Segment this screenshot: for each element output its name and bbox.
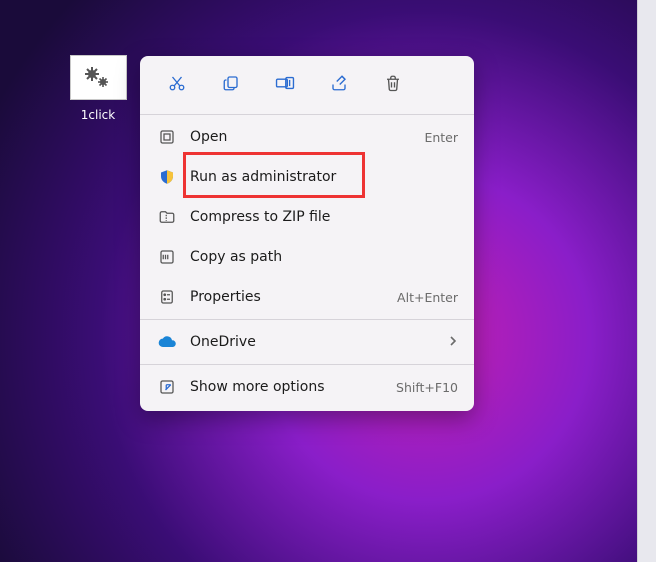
- context-menu: Open Enter Run as administrator Compress…: [140, 56, 474, 411]
- quick-actions-row: [140, 62, 474, 112]
- separator: [140, 364, 474, 365]
- shield-icon: [156, 166, 178, 188]
- menu-item-shortcut: Shift+F10: [396, 380, 458, 395]
- chevron-right-icon: [440, 334, 458, 350]
- menu-item-copy-path[interactable]: Copy as path: [140, 237, 474, 277]
- delete-icon[interactable]: [378, 68, 408, 98]
- menu-item-shortcut: Enter: [424, 130, 458, 145]
- onedrive-icon: [156, 331, 178, 353]
- menu-item-label: OneDrive: [190, 334, 440, 350]
- menu-item-label: Open: [190, 129, 424, 145]
- cut-icon[interactable]: [162, 68, 192, 98]
- menu-item-label: Run as administrator: [190, 169, 458, 185]
- menu-item-open[interactable]: Open Enter: [140, 117, 474, 157]
- share-icon[interactable]: [324, 68, 354, 98]
- desktop-icon-label: 1click: [63, 108, 133, 122]
- menu-item-label: Properties: [190, 289, 397, 305]
- menu-item-zip[interactable]: Compress to ZIP file: [140, 197, 474, 237]
- menu-item-onedrive[interactable]: OneDrive: [140, 322, 474, 362]
- separator: [140, 319, 474, 320]
- more-icon: [156, 376, 178, 398]
- rename-icon[interactable]: [270, 68, 300, 98]
- copy-icon[interactable]: [216, 68, 246, 98]
- desktop-icon-1click[interactable]: 1click: [63, 55, 133, 122]
- menu-item-label: Show more options: [190, 379, 396, 395]
- props-icon: [156, 286, 178, 308]
- menu-item-shortcut: Alt+Enter: [397, 290, 458, 305]
- separator: [140, 114, 474, 115]
- file-icon: [70, 55, 127, 100]
- menu-item-run-admin[interactable]: Run as administrator: [140, 157, 474, 197]
- zip-icon: [156, 206, 178, 228]
- menu-item-label: Copy as path: [190, 249, 458, 265]
- menu-item-label: Compress to ZIP file: [190, 209, 458, 225]
- menu-item-properties[interactable]: Properties Alt+Enter: [140, 277, 474, 317]
- open-icon: [156, 126, 178, 148]
- menu-item-more-options[interactable]: Show more options Shift+F10: [140, 367, 474, 407]
- copypath-icon: [156, 246, 178, 268]
